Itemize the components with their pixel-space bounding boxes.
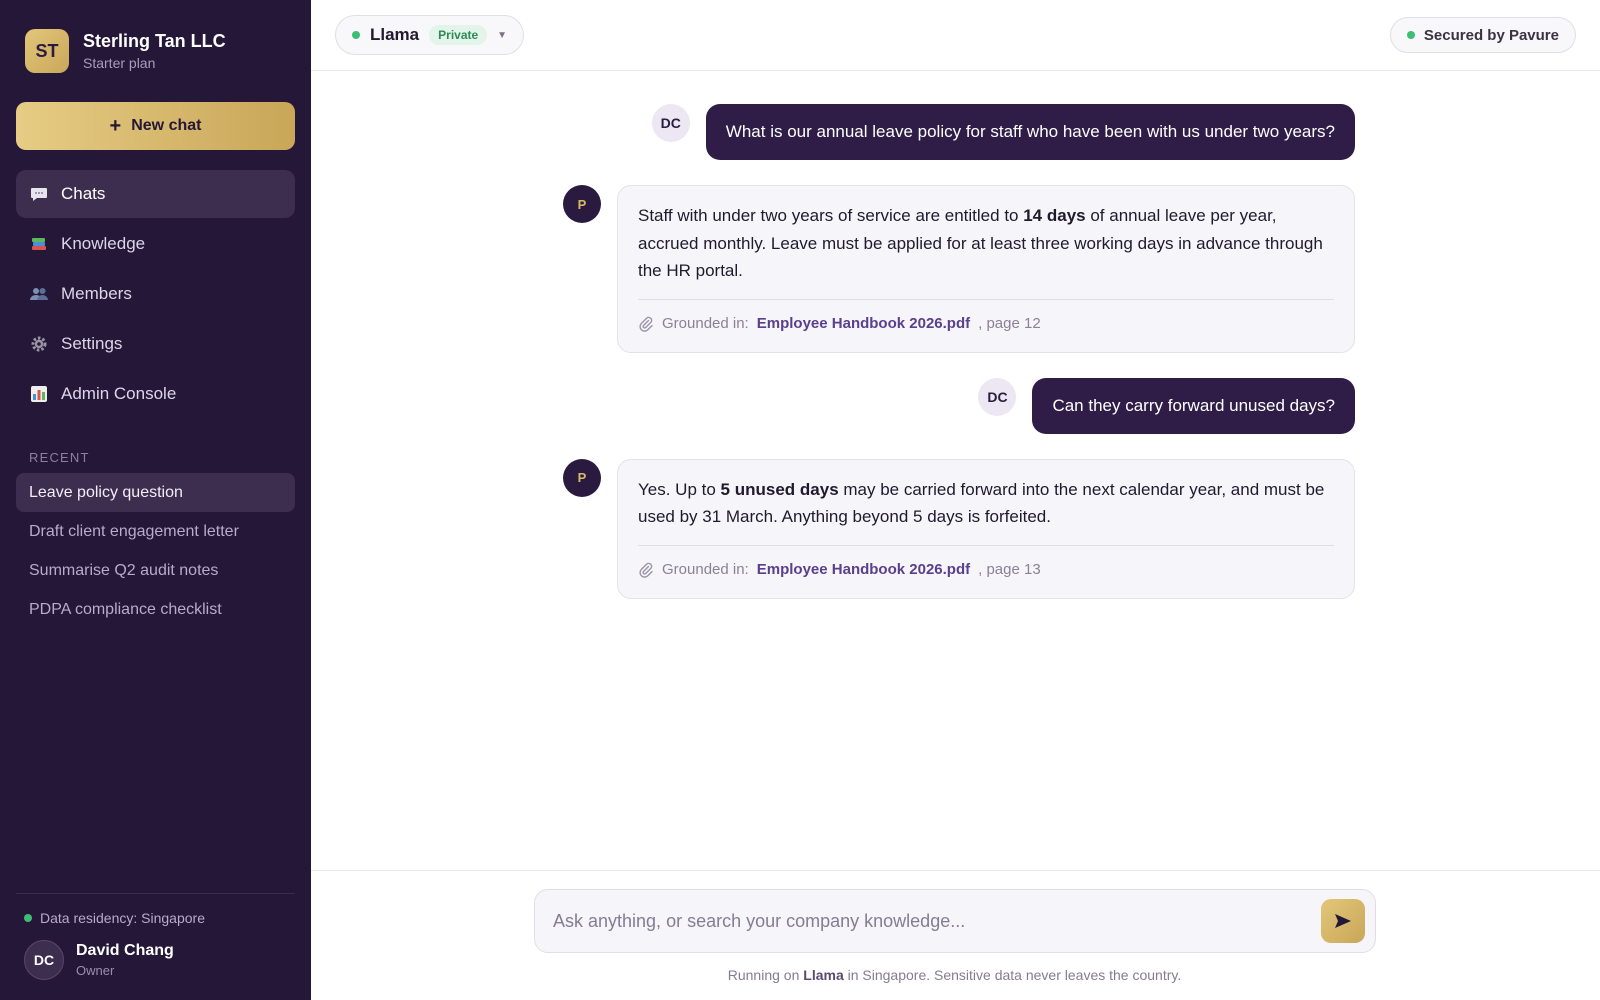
- send-button[interactable]: [1321, 899, 1365, 943]
- grounded-label: Grounded in:: [662, 314, 749, 332]
- user-message-bubble: What is our annual leave policy for staf…: [705, 104, 1355, 160]
- assistant-message: P Staff with under two years of service …: [563, 185, 1355, 353]
- assistant-message: P Yes. Up to 5 unused days may be carrie…: [563, 458, 1355, 599]
- nav-label: Knowledge: [61, 234, 146, 253]
- grounding-citation: Grounded in: Employee Handbook 2026.pdf …: [638, 544, 1334, 580]
- chat-main: Llama Private ▼ Secured by Pavure DC Wha…: [311, 0, 1600, 1000]
- source-link[interactable]: Employee Handbook 2026.pdf: [757, 560, 970, 580]
- status-dot-icon: [1406, 31, 1415, 39]
- main-nav: Chats Knowledge Members Settings Admin C…: [16, 170, 295, 418]
- sidebar-footer: Data residency: Singapore DC David Chang…: [16, 893, 295, 1000]
- status-dot-icon: [24, 914, 32, 922]
- nav-item-chats[interactable]: Chats: [16, 170, 295, 218]
- data-residency: Data residency: Singapore: [24, 910, 295, 926]
- send-arrow-icon: [1335, 914, 1351, 928]
- org-header[interactable]: ST Sterling Tan LLC Starter plan: [16, 0, 295, 102]
- avatar: DC: [651, 104, 690, 142]
- org-plan: Starter plan: [83, 55, 156, 71]
- model-name: Llama: [370, 25, 420, 44]
- new-chat-label: New chat: [131, 117, 202, 134]
- user-name: David Chang: [76, 942, 174, 959]
- paperclip-icon: [638, 562, 654, 578]
- source-page: , page 13: [978, 560, 1041, 578]
- user-role: Owner: [76, 963, 115, 978]
- new-chat-button[interactable]: + New chat: [16, 102, 295, 150]
- recent-chat-item[interactable]: Draft client engagement letter: [16, 512, 295, 551]
- assistant-message-bubble: Staff with under two years of service ar…: [617, 185, 1355, 353]
- grounded-label: Grounded in:: [662, 560, 749, 578]
- nav-item-knowledge[interactable]: Knowledge: [16, 220, 295, 268]
- user-message: DC Can they carry forward unused days?: [563, 377, 1355, 434]
- recent-chat-item[interactable]: PDPA compliance checklist: [16, 590, 295, 629]
- nav-label: Settings: [61, 334, 123, 353]
- status-dot-icon: [352, 31, 360, 39]
- source-link[interactable]: Employee Handbook 2026.pdf: [757, 314, 970, 334]
- plus-icon: +: [109, 115, 122, 137]
- nav-label: Chats: [61, 184, 106, 203]
- security-badge-label: Secured by Pavure: [1423, 26, 1559, 44]
- nav-item-members[interactable]: Members: [16, 270, 295, 318]
- org-name: Sterling Tan LLC: [83, 31, 226, 51]
- nav-label: Members: [61, 284, 132, 303]
- nav-label: Admin Console: [61, 384, 177, 403]
- books-icon: [29, 234, 49, 254]
- message-list: DC What is our annual leave policy for s…: [311, 71, 1600, 870]
- assistant-message-bubble: Yes. Up to 5 unused days may be carried …: [617, 458, 1355, 599]
- assistant-avatar: P: [563, 458, 601, 497]
- gear-icon: [29, 334, 49, 354]
- nav-item-admin-console[interactable]: Admin Console: [16, 370, 295, 418]
- avatar: DC: [24, 940, 64, 980]
- user-message-bubble: Can they carry forward unused days?: [1032, 377, 1355, 434]
- people-icon: [29, 284, 49, 304]
- topbar: Llama Private ▼ Secured by Pavure: [311, 0, 1600, 71]
- grounding-citation: Grounded in: Employee Handbook 2026.pdf …: [638, 298, 1334, 334]
- assistant-avatar: P: [563, 185, 601, 223]
- security-badge: Secured by Pavure: [1389, 17, 1576, 53]
- user-profile[interactable]: DC David Chang Owner: [24, 940, 295, 980]
- composer-area: Running on Llama in Singapore. Sensitive…: [311, 870, 1600, 1000]
- data-residency-label: Data residency: Singapore: [40, 910, 205, 926]
- chevron-down-icon: ▼: [497, 29, 508, 41]
- user-message: DC What is our annual leave policy for s…: [563, 104, 1355, 160]
- assistant-message-text: Yes. Up to 5 unused days may be carried …: [638, 479, 1325, 527]
- assistant-message-text: Staff with under two years of service ar…: [638, 206, 1323, 280]
- sidebar: ST Sterling Tan LLC Starter plan + New c…: [0, 0, 311, 1000]
- speech-bubble-icon: [29, 184, 49, 204]
- recent-heading: RECENT: [29, 450, 90, 465]
- recent-chat-item[interactable]: Summarise Q2 audit notes: [16, 551, 295, 590]
- private-badge: Private: [429, 25, 488, 45]
- composer: [534, 889, 1376, 953]
- avatar: DC: [978, 377, 1017, 416]
- nav-item-settings[interactable]: Settings: [16, 320, 295, 368]
- recent-chat-item[interactable]: Leave policy question: [16, 473, 295, 512]
- footnote: Running on Llama in Singapore. Sensitive…: [727, 967, 1182, 983]
- source-page: , page 12: [978, 314, 1041, 332]
- message-input[interactable]: [553, 910, 1321, 932]
- bar-chart-icon: [29, 384, 49, 404]
- org-avatar: ST: [25, 29, 69, 73]
- model-picker[interactable]: Llama Private ▼: [335, 15, 525, 55]
- paperclip-icon: [638, 316, 654, 332]
